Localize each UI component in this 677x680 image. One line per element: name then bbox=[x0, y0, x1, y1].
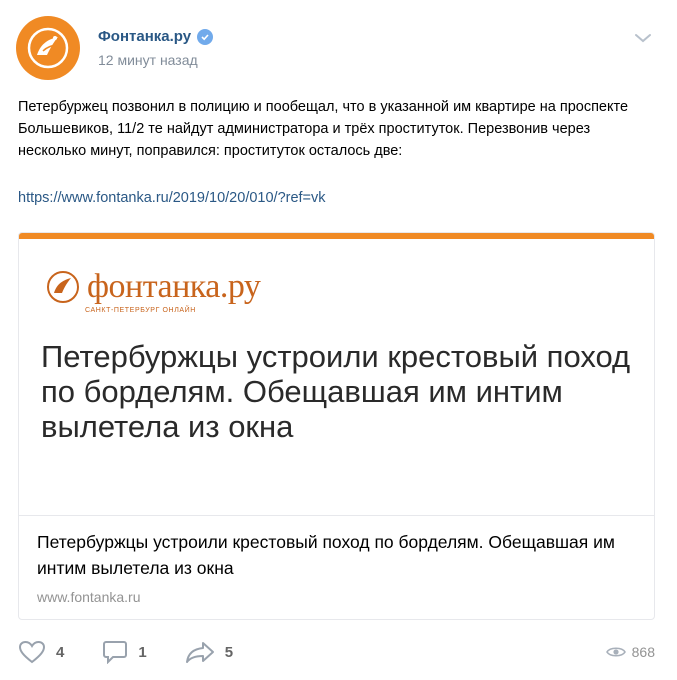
post-time[interactable]: 12 минут назад bbox=[98, 52, 198, 68]
view-counter: 868 bbox=[605, 644, 655, 660]
share-count: 5 bbox=[224, 643, 234, 661]
like-button[interactable]: 4 bbox=[18, 640, 64, 664]
card-image[interactable]: фонтанка.ру САНКТ-ПЕТЕРБУРГ ОНЛАЙН Петер… bbox=[19, 239, 654, 516]
author-name-label[interactable]: Фонтанка.ру bbox=[98, 28, 191, 45]
comment-button[interactable]: 1 bbox=[102, 640, 147, 664]
comment-icon bbox=[103, 641, 128, 664]
chevron-down-icon[interactable] bbox=[632, 30, 654, 46]
brand-name: фонтанка.ру bbox=[87, 268, 261, 305]
eye-icon bbox=[605, 647, 626, 657]
heart-icon bbox=[18, 640, 46, 664]
post-link[interactable]: https://www.fontanka.ru/2019/10/20/010/?… bbox=[18, 190, 326, 206]
fontanka-logo-icon bbox=[27, 27, 69, 69]
brand-subtitle: САНКТ-ПЕТЕРБУРГ ОНЛАЙН bbox=[85, 307, 196, 314]
card-domain: www.fontanka.ru bbox=[37, 589, 141, 605]
share-arrow-icon bbox=[185, 642, 214, 663]
post-actions: 4 1 5 bbox=[18, 640, 271, 664]
card-brand: фонтанка.ру bbox=[45, 268, 261, 305]
verified-icon bbox=[197, 28, 214, 45]
post-text: Петербуржец позвонил в полицию и пообеща… bbox=[18, 99, 629, 159]
share-button[interactable]: 5 bbox=[185, 640, 233, 664]
brand-logo-icon bbox=[47, 271, 79, 303]
link-preview-card[interactable]: фонтанка.ру САНКТ-ПЕТЕРБУРГ ОНЛАЙН Петер… bbox=[18, 232, 655, 620]
card-title[interactable]: Петербуржцы устроили крестовый поход по … bbox=[37, 529, 637, 581]
like-count: 4 bbox=[56, 643, 65, 661]
comment-count: 1 bbox=[138, 643, 147, 661]
author-avatar[interactable] bbox=[16, 16, 80, 80]
view-count: 868 bbox=[631, 644, 655, 660]
image-headline: Петербуржцы устроили крестовый поход по … bbox=[41, 339, 631, 444]
author-name[interactable]: Фонтанка.ру bbox=[98, 28, 214, 45]
